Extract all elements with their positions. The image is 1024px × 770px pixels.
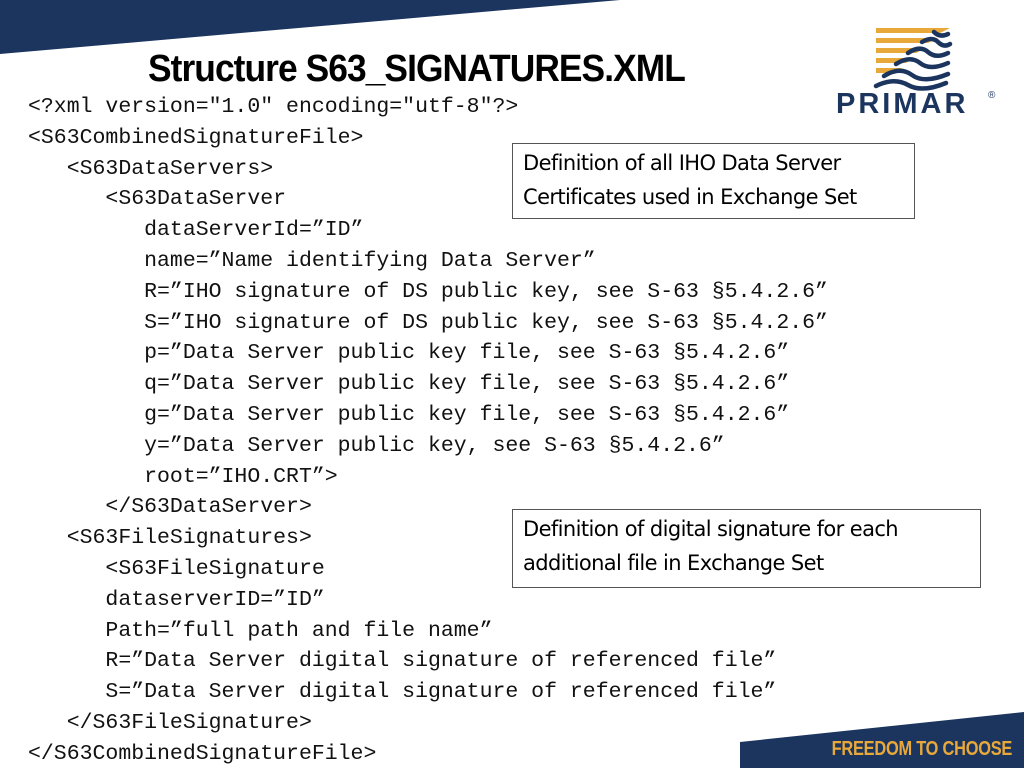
code-line: dataServerId=”ID” <box>28 218 364 243</box>
code-line: p=”Data Server public key file, see S-63… <box>28 341 790 366</box>
callout-file-signatures: Definition of digital signature for each… <box>512 509 981 588</box>
code-line: R=”Data Server digital signature of refe… <box>28 649 777 674</box>
code-line: S=”IHO signature of DS public key, see S… <box>28 310 828 335</box>
code-line: S=”Data Server digital signature of refe… <box>28 680 777 705</box>
code-line: name=”Name identifying Data Server” <box>28 248 596 273</box>
code-line: root=”IHO.CRT”> <box>28 464 338 489</box>
code-line: dataserverID=”ID” <box>28 587 325 612</box>
registered-mark: ® <box>988 90 996 101</box>
code-line: </S63CombinedSignatureFile> <box>28 741 377 766</box>
code-line: g=”Data Server public key file, see S-63… <box>28 402 790 427</box>
code-line: R=”IHO signature of DS public key, see S… <box>28 279 828 304</box>
brand-tagline: FREEDOM TO CHOOSE <box>831 738 1013 760</box>
callout-line: Certificates used in Exchange Set <box>523 185 857 209</box>
primar-wordmark: PRIMAR <box>836 88 968 120</box>
code-line: </S63FileSignature> <box>28 710 312 735</box>
slide-title: Structure S63_SIGNATURES.XML <box>148 48 686 90</box>
brand-name: PRIMAR <box>836 88 969 120</box>
callout-line: Definition of all IHO Data Server <box>523 151 841 175</box>
code-line: y=”Data Server public key, see S-63 §5.4… <box>28 433 725 458</box>
code-line: Path=”full path and file name” <box>28 618 493 643</box>
code-line: <?xml version="1.0" encoding="utf-8"?> <box>28 95 519 119</box>
callout-line: Definition of digital signature for each <box>523 517 899 541</box>
callout-data-server-certificates: Definition of all IHO Data Server Certif… <box>512 143 915 219</box>
code-line: q=”Data Server public key file, see S-63… <box>28 372 790 397</box>
callout-line: additional file in Exchange Set <box>523 551 824 575</box>
